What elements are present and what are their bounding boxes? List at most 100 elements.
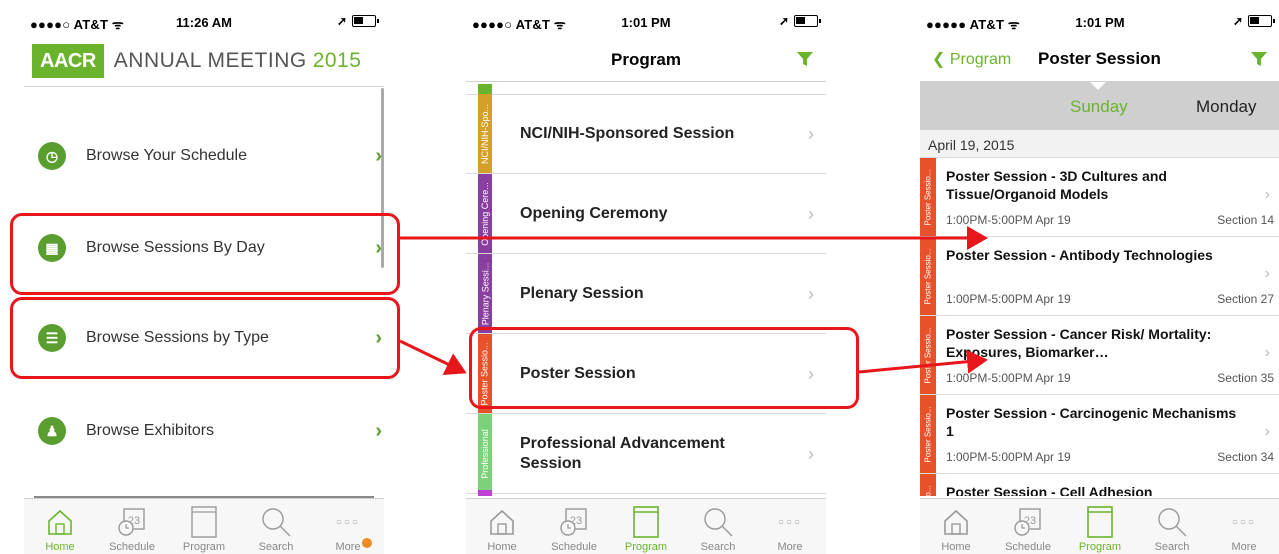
menu-label: Browse Your Schedule bbox=[86, 147, 247, 164]
battery-icon bbox=[794, 15, 821, 27]
chevron-left-icon: ❮ bbox=[932, 51, 946, 68]
back-button[interactable]: ❮ Program bbox=[932, 49, 1011, 69]
program-row-label: Plenary Session bbox=[520, 284, 644, 302]
phone-program-screen: ●●●●○ AT&T ᯤ 1:01 PM ➚ Program NCI/NIH-S… bbox=[466, 0, 826, 554]
session-time: 1:00PM-5:00PM Apr 19 bbox=[946, 213, 1071, 227]
category-tag: Plenary Sessi... bbox=[478, 254, 492, 333]
chevron-right-icon: › bbox=[808, 123, 814, 144]
page-title: Program bbox=[611, 50, 681, 69]
more-icon: ○○○ bbox=[777, 516, 803, 528]
session-row[interactable]: Poster Sessio... Poster Session - Antibo… bbox=[920, 237, 1279, 316]
status-time: 1:01 PM bbox=[1075, 15, 1125, 30]
menu-browse-exhibitors[interactable]: ♟ Browse Exhibitors › bbox=[24, 401, 384, 461]
session-row[interactable]: Poster Sessio... Poster Session - Cancer… bbox=[920, 316, 1279, 395]
tab-home[interactable]: Home bbox=[920, 499, 992, 554]
tab-schedule[interactable]: 23 Schedule bbox=[538, 499, 610, 554]
search-icon bbox=[700, 503, 736, 541]
battery-icon bbox=[352, 15, 379, 27]
session-title: Poster Session - Cell Adhesion bbox=[946, 484, 1153, 496]
program-list: NCI/NIH-Spo... NCI/NIH-Sponsored Session… bbox=[466, 84, 826, 496]
chevron-right-icon: › bbox=[375, 419, 382, 442]
session-title: Poster Session - Cancer Risk/ Mortality:… bbox=[946, 326, 1212, 360]
chevron-right-icon: › bbox=[808, 203, 814, 224]
header-year: 2015 bbox=[312, 49, 362, 72]
program-row[interactable]: Professional Professional Advancement Se… bbox=[466, 414, 826, 494]
program-row[interactable]: NCI/NIH-Spo... NCI/NIH-Sponsored Session… bbox=[466, 94, 826, 174]
chevron-right-icon: › bbox=[1264, 186, 1270, 203]
session-row[interactable]: Poster Sessio... Poster Session - Carcin… bbox=[920, 395, 1279, 474]
program-row[interactable]: Opening Cere... Opening Ceremony › bbox=[466, 174, 826, 254]
search-icon bbox=[1154, 503, 1190, 541]
chevron-right-icon: › bbox=[1264, 423, 1270, 440]
program-book-icon bbox=[1082, 503, 1118, 541]
tab-program[interactable]: Program bbox=[1064, 499, 1136, 554]
arrow-type-to-poster bbox=[399, 339, 467, 375]
aacr-logo: AACR bbox=[32, 44, 104, 78]
more-icon: ○○○ bbox=[1231, 516, 1257, 528]
tab-program[interactable]: Program bbox=[610, 499, 682, 554]
category-tag: Poster Sessio... bbox=[920, 316, 936, 394]
home-icon bbox=[42, 503, 78, 541]
calendar-clock-icon: ◷ bbox=[38, 142, 66, 170]
location-arrow-icon: ➚ bbox=[778, 14, 789, 28]
nav-bar: ❮ Program Poster Session bbox=[920, 38, 1279, 82]
session-section: Section 34 bbox=[1217, 450, 1274, 464]
session-row[interactable]: Poster Sessio... Poster Session - Cell A… bbox=[920, 474, 1279, 496]
location-arrow-icon: ➚ bbox=[336, 14, 347, 28]
home-icon bbox=[484, 503, 520, 541]
menu-browse-your-schedule[interactable]: ◷ Browse Your Schedule › bbox=[24, 126, 384, 186]
session-time: 1:00PM-5:00PM Apr 19 bbox=[946, 292, 1071, 306]
tab-home[interactable]: Home bbox=[24, 499, 96, 554]
header-title: ANNUAL MEETING bbox=[113, 49, 307, 72]
battery-icon bbox=[1248, 15, 1275, 27]
location-arrow-icon: ➚ bbox=[1232, 14, 1243, 28]
header-divider bbox=[24, 86, 384, 87]
program-row-label: Professional Advancement Session bbox=[520, 435, 725, 472]
tab-search[interactable]: Search bbox=[682, 499, 754, 554]
program-row-label: Opening Ceremony bbox=[520, 204, 668, 222]
chevron-right-icon: › bbox=[808, 283, 814, 304]
highlight-box-sessions-by-type bbox=[10, 297, 400, 379]
schedule-icon: 23 bbox=[556, 503, 592, 541]
chevron-right-icon: › bbox=[1264, 265, 1270, 282]
phone-poster-session-screen: ●●●●● AT&T ᯤ 1:01 PM ➚ ❮ Program Poster … bbox=[920, 0, 1279, 554]
day-tab-monday[interactable]: Monday bbox=[1196, 97, 1256, 117]
tab-more[interactable]: ○○○ More bbox=[1208, 499, 1279, 554]
filter-icon[interactable] bbox=[796, 50, 814, 73]
program-row-label: NCI/NIH-Sponsored Session bbox=[520, 124, 735, 142]
tab-schedule[interactable]: 23 Schedule bbox=[96, 499, 168, 554]
schedule-icon: 23 bbox=[1010, 503, 1046, 541]
chevron-right-icon: › bbox=[1264, 344, 1270, 361]
nav-bar: Program bbox=[466, 38, 826, 82]
tab-search[interactable]: Search bbox=[1136, 499, 1208, 554]
session-list: Poster Sessio... Poster Session - 3D Cul… bbox=[920, 158, 1279, 496]
status-bar: ●●●●○ AT&T ᯤ 11:26 AM ➚ bbox=[24, 0, 384, 48]
more-icon: ○○○ bbox=[335, 516, 361, 528]
tab-search[interactable]: Search bbox=[240, 499, 312, 554]
session-title: Poster Session - Carcinogenic Mechanisms… bbox=[946, 405, 1237, 439]
menu-label: Browse Exhibitors bbox=[86, 422, 215, 439]
session-time: 1:00PM-5:00PM Apr 19 bbox=[946, 371, 1071, 385]
home-icon bbox=[938, 503, 974, 541]
tab-schedule[interactable]: 23 Schedule bbox=[992, 499, 1064, 554]
tab-more[interactable]: ○○○ More bbox=[312, 499, 384, 554]
category-tag: NCI/NIH-Spo... bbox=[478, 94, 492, 173]
partial-row-tag bbox=[478, 490, 492, 496]
category-tag: Poster Sessio... bbox=[920, 474, 936, 496]
session-title: Poster Session - Antibody Technologies bbox=[946, 247, 1213, 263]
program-book-icon bbox=[628, 503, 664, 541]
tab-home[interactable]: Home bbox=[466, 499, 538, 554]
filter-icon[interactable] bbox=[1250, 50, 1268, 73]
day-indicator bbox=[1090, 82, 1106, 90]
highlight-box-sessions-by-day bbox=[10, 213, 400, 295]
tab-bar: Home 23 Schedule Program Search ○○○ More bbox=[466, 498, 826, 554]
program-book-icon bbox=[186, 503, 222, 541]
category-tag: Poster Sessio... bbox=[920, 395, 936, 473]
session-row[interactable]: Poster Sessio... Poster Session - 3D Cul… bbox=[920, 158, 1279, 237]
day-selector: Sunday Monday bbox=[920, 82, 1279, 130]
program-row[interactable]: Plenary Sessi... Plenary Session › bbox=[466, 254, 826, 334]
day-tab-sunday[interactable]: Sunday bbox=[1070, 97, 1128, 117]
tab-more[interactable]: ○○○ More bbox=[754, 499, 826, 554]
session-section: Section 14 bbox=[1217, 213, 1274, 227]
tab-program[interactable]: Program bbox=[168, 499, 240, 554]
